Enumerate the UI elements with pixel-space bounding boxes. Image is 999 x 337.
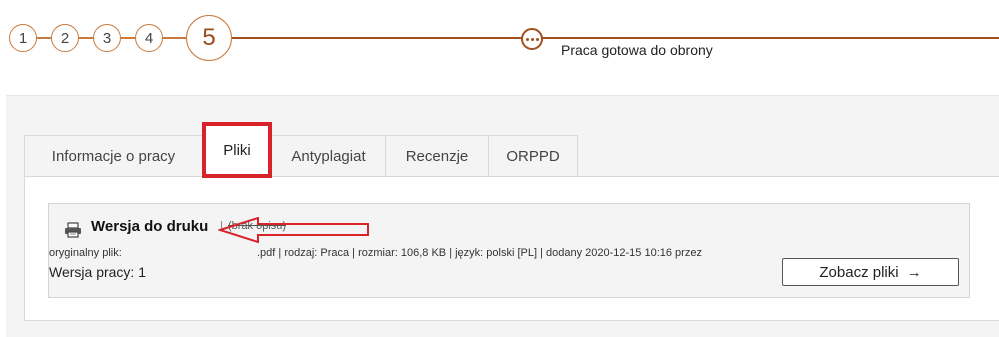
step-connector [37, 37, 51, 39]
printer-icon [65, 222, 81, 238]
step-3[interactable]: 3 [93, 24, 121, 52]
tab-antyplagiat[interactable]: Antyplagiat [271, 135, 386, 176]
tab-orppd[interactable]: ORPPD [488, 135, 578, 176]
tab-recenzje[interactable]: Recenzje [385, 135, 489, 176]
step-5-current[interactable]: 5 [186, 15, 232, 61]
annotation-arrow-icon [218, 217, 369, 243]
step-4[interactable]: 4 [135, 24, 163, 52]
step-connector [163, 37, 186, 39]
step-1[interactable]: 1 [9, 24, 37, 52]
step-connector [79, 37, 93, 39]
tab-pliki[interactable]: Pliki [202, 122, 272, 178]
step-2[interactable]: 2 [51, 24, 79, 52]
original-file-label: oryginalny plik: [49, 247, 122, 259]
tab-informacje-o-pracy[interactable]: Informacje o pracy [24, 135, 203, 176]
view-files-label: Zobacz pliki [819, 263, 899, 281]
file-title[interactable]: Wersja do druku [91, 218, 208, 235]
view-files-button[interactable]: Zobacz pliki → [782, 258, 959, 286]
more-dots-icon[interactable] [521, 28, 543, 50]
progress-line [232, 37, 999, 39]
progress-stepper: 1 2 3 4 5 Praca gotowa do obrony [0, 0, 999, 80]
arrow-right-icon: → [906, 263, 922, 281]
step-status-text: Praca gotowa do obrony [561, 42, 713, 58]
file-metadata: .pdf | rodzaj: Praca | rozmiar: 106,8 KB… [257, 247, 702, 259]
version-text: Wersja pracy: 1 [49, 264, 146, 280]
step-connector [121, 37, 135, 39]
